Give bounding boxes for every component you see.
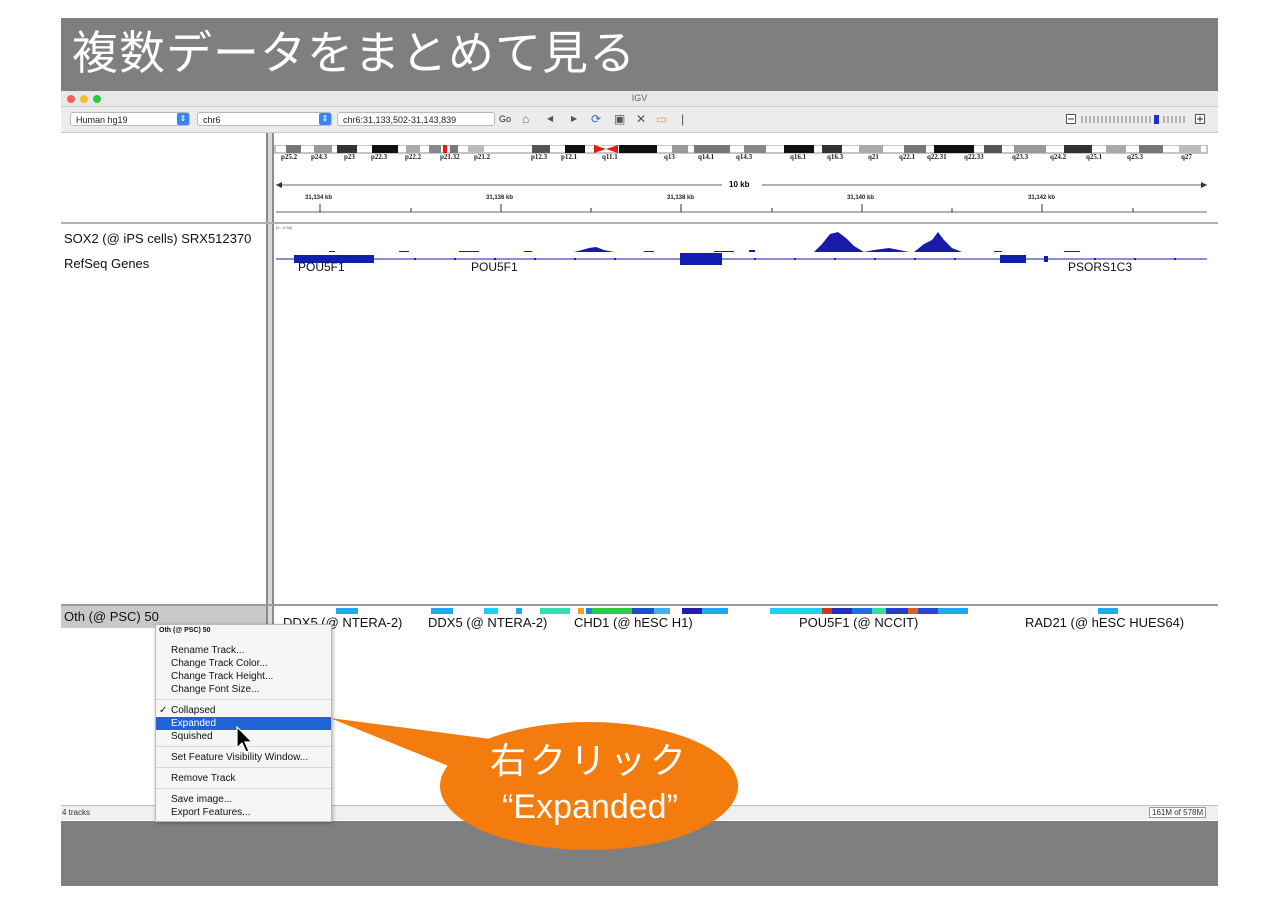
menu-item-change-track-color[interactable]: Change Track Color... (156, 657, 331, 670)
ruler-panel: p25.2 p24.3 p23 p22.3 p22.2 p21.32 p21.2… (273, 133, 1218, 222)
menu-separator (156, 767, 331, 768)
checkmark-icon: ✓ (159, 705, 168, 716)
gene-label: POU5F1 (298, 260, 345, 274)
menu-item-change-track-height[interactable]: Change Track Height... (156, 670, 331, 683)
cytoband-label: q16.3 (827, 153, 844, 161)
ruler-line-icon[interactable]: | (681, 112, 684, 126)
upper-track-names-panel: SOX2 (@ iPS cells) SRX512370 RefSeq Gene… (61, 224, 267, 604)
track-name-sox2[interactable]: SOX2 (@ iPS cells) SRX512370 (64, 231, 251, 246)
zoom-slider-thumb (1154, 115, 1159, 124)
cytoband-label: p22.3 (371, 153, 388, 161)
ruler-tick-label: 31,140 kb (847, 195, 875, 201)
back-arrow-icon[interactable]: ◀ (547, 112, 553, 126)
zoom-ticks (1081, 116, 1185, 123)
resize-icon[interactable]: ✕ (636, 112, 646, 126)
region-of-interest-icon[interactable]: ▣ (614, 112, 625, 126)
ruler-span-label: 10 kb (729, 180, 750, 189)
cytoband-label: q14.1 (698, 153, 715, 161)
popup-info-icon[interactable]: ▭ (656, 112, 667, 126)
cytoband-label: q25.3 (1127, 153, 1144, 161)
context-menu-header: Oth (@ PSC) 50 (159, 627, 211, 634)
status-track-count: 4 tracks (62, 808, 91, 817)
cytoband-label: q14.3 (736, 153, 753, 161)
locus-input[interactable]: chr6:31,133,502-31,143,839 (337, 112, 495, 126)
cytoband-label: q22.31 (927, 153, 947, 161)
gene-label: POU5F1 (471, 260, 518, 274)
cytoband-label: q21 (868, 153, 879, 161)
window-titlebar: IGV (61, 91, 1218, 107)
cytoband-labels: p25.2 p24.3 p23 p22.3 p22.2 p21.32 p21.2… (274, 153, 1209, 163)
ruler-tick-label: 31,138 kb (667, 195, 695, 201)
menu-item-save-image[interactable]: Save image... (156, 793, 331, 806)
forward-arrow-icon[interactable]: ▶ (571, 112, 577, 126)
upper-data-panel: [0 - 4.38] POU5F1 POU5F1 PSORS1C3 (273, 224, 1218, 604)
menu-item-remove-track[interactable]: Remove Track (156, 772, 331, 785)
track-name-oth-psc-label: Oth (@ PSC) 50 (64, 609, 159, 624)
menu-item-collapsed-label: Collapsed (171, 705, 216, 716)
menu-separator (156, 699, 331, 700)
cytoband-label: p23 (344, 153, 355, 161)
menu-item-change-font-size[interactable]: Change Font Size... (156, 683, 331, 696)
cytoband-label: q24.2 (1050, 153, 1067, 161)
gene-label: PSORS1C3 (1068, 260, 1133, 274)
track-context-menu: Oth (@ PSC) 50 Rename Track... Change Tr… (155, 624, 332, 822)
cytoband-label: p12.1 (561, 153, 578, 161)
cytoband-label: q23.3 (1012, 153, 1029, 161)
cytoband-label: q27 (1181, 153, 1192, 161)
feature-label: RAD21 (@ hESC HUES64) (1025, 615, 1185, 630)
home-icon[interactable]: ⌂ (522, 112, 529, 126)
toolbar: Human hg19 ⇕ chr6 ⇕ chr6:31,133,502-31,1… (61, 107, 1218, 133)
cytoband-label: p22.2 (405, 153, 422, 161)
genome-select[interactable]: Human hg19 ⇕ (70, 112, 190, 126)
ruler-tick-label: 31,136 kb (486, 195, 514, 201)
chevron-updown-icon: ⇕ (319, 113, 331, 125)
ruler-tick-label: 31,142 kb (1028, 195, 1056, 201)
feature-label: POU5F1 (@ NCCIT) (799, 615, 919, 630)
callout-line2: “Expanded” (502, 788, 678, 826)
menu-item-export-features[interactable]: Export Features... (156, 806, 331, 819)
cytoband-label: q22.33 (964, 153, 984, 161)
callout-line1: 右クリック (489, 740, 690, 781)
header-name-panel (61, 133, 267, 222)
zoom-slider[interactable] (1066, 113, 1206, 125)
menu-item-collapsed[interactable]: ✓ Collapsed (156, 704, 331, 717)
cytoband-label: q16.1 (790, 153, 807, 161)
slide-title: 複数データをまとめて見る (72, 26, 636, 80)
cytoband-label: p24.3 (311, 153, 328, 161)
refresh-icon[interactable]: ⟳ (591, 112, 601, 126)
chromosome-select[interactable]: chr6 ⇕ (197, 112, 332, 126)
ruler-tick-label: 31,134 kb (305, 195, 333, 201)
cytoband-label: p12.3 (531, 153, 548, 161)
callout-text: 右クリック “Expanded” (440, 738, 740, 830)
menu-separator (156, 788, 331, 789)
mouse-pointer-icon (236, 726, 254, 753)
cytoband-label: p25.2 (281, 153, 298, 161)
chevron-updown-icon: ⇕ (177, 113, 189, 125)
feature-label: CHD1 (@ hESC H1) (574, 615, 693, 630)
cytoband-label: p21.32 (440, 153, 460, 161)
locus-input-value: chr6:31,133,502-31,143,839 (343, 115, 457, 125)
cytoband-label: p21.2 (474, 153, 491, 161)
cytoband-label: q11.1 (602, 153, 618, 161)
cytoband-label: q13 (664, 153, 675, 161)
track-name-refseq[interactable]: RefSeq Genes (64, 256, 149, 271)
cytoband-label: q22.1 (899, 153, 916, 161)
genome-select-value: Human hg19 (76, 115, 128, 125)
feature-label: DDX5 (@ NTERA-2) (428, 615, 548, 630)
chromosome-select-value: chr6 (203, 115, 221, 125)
window-title: IGV (631, 93, 648, 103)
cytoband-label: q25.1 (1086, 153, 1103, 161)
go-button[interactable]: Go (499, 112, 511, 126)
menu-item-rename-track[interactable]: Rename Track... (156, 644, 331, 657)
status-memory: 161M of 578M (1149, 807, 1207, 818)
